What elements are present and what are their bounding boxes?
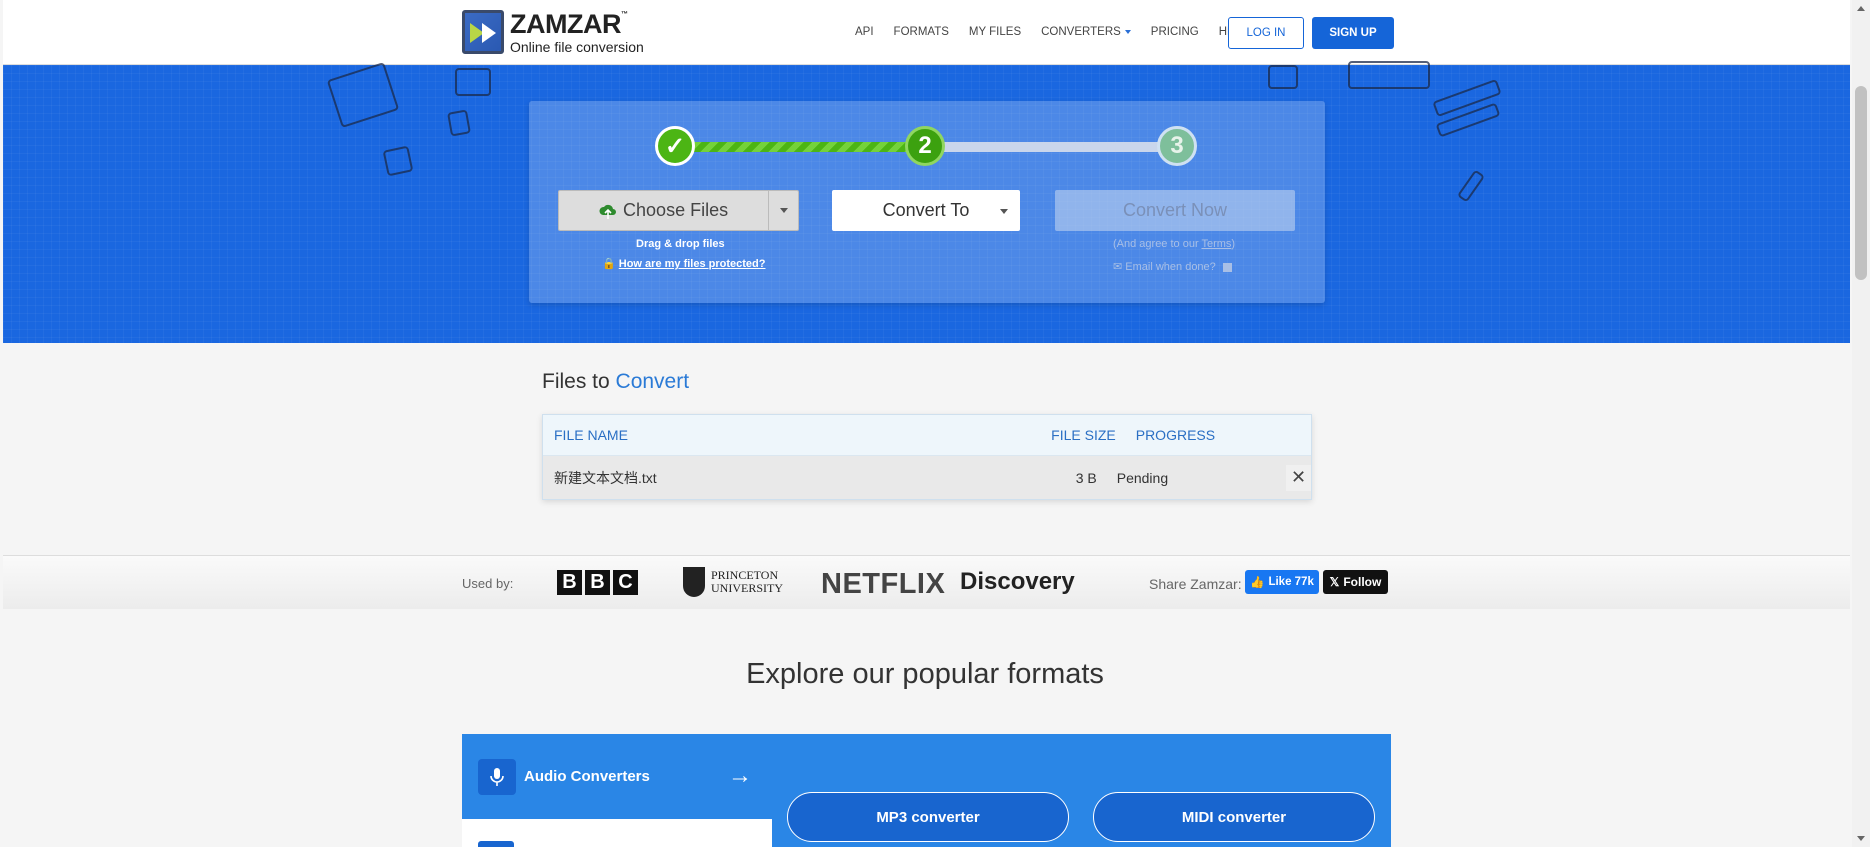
formats-panel: Audio Converters → MP3 converter MIDI co…: [462, 734, 1391, 847]
step-1-indicator: ✓: [655, 126, 695, 166]
table-row: 新建文本文档.txt 3 B Pending ✕: [543, 456, 1312, 499]
princeton-shield-icon: [683, 567, 705, 597]
logo-tagline: Online file conversion: [510, 38, 644, 55]
email-when-done-label: Email when done?: [1125, 261, 1216, 273]
remove-file-button[interactable]: ✕: [1286, 464, 1312, 491]
princeton-logo: PRINCETON UNIVERSITY: [683, 567, 783, 597]
share-label: Share Zamzar:: [1149, 576, 1242, 592]
choose-files-label: Choose Files: [623, 200, 729, 220]
logo-icon: [462, 10, 504, 54]
nav-converters[interactable]: CONVERTERS: [1041, 26, 1131, 38]
close-icon: ✕: [1290, 467, 1307, 487]
convert-now-button[interactable]: Convert Now: [1055, 190, 1295, 231]
explore-formats-title: Explore our popular formats: [746, 658, 1104, 690]
files-to-convert-title: Files to Convert: [542, 370, 689, 394]
devices-doodle-icon: [1268, 65, 1298, 89]
arrow-right-icon: →: [728, 762, 752, 789]
files-table: FILE NAME FILE SIZE PROGRESS 新建文本文档.txt …: [542, 414, 1312, 500]
convert-to-dropdown[interactable]: Convert To: [832, 190, 1020, 231]
file-protection-label: How are my files protected?: [618, 258, 766, 270]
chevron-down-icon: [1124, 29, 1131, 34]
discovery-logo: Discovery: [960, 568, 1075, 595]
image-file-doodle-icon: [382, 145, 414, 177]
terms-prefix: (And agree to our: [1113, 238, 1202, 250]
audio-converters-label: Audio Converters: [524, 768, 650, 785]
step-3-indicator: 3: [1157, 126, 1197, 166]
progress-cell: Pending: [1116, 469, 1169, 486]
envelope-icon: ✉: [1113, 261, 1123, 273]
bbc-letter: B: [585, 570, 610, 595]
scroll-down-arrow-icon[interactable]: [1857, 836, 1865, 841]
thumbs-up-icon: 👍: [1250, 577, 1265, 589]
terms-notice: (And agree to our Terms): [1113, 238, 1235, 250]
scrollbar-thumb[interactable]: [1855, 86, 1867, 280]
login-button[interactable]: LOG IN: [1228, 17, 1304, 49]
mp3-converter-button[interactable]: MP3 converter: [787, 792, 1069, 842]
category-tab[interactable]: [462, 819, 772, 847]
cad-file-doodle-icon: [326, 61, 400, 129]
column-file-size: FILE SIZE: [1051, 427, 1116, 443]
bbc-logo: B B C: [557, 570, 638, 595]
microphone-icon: [478, 758, 516, 795]
chevron-down-icon: [1000, 209, 1008, 214]
choose-files-dropdown[interactable]: [768, 191, 798, 230]
step-2-indicator: 2: [905, 126, 945, 166]
signup-button[interactable]: SIGN UP: [1312, 17, 1394, 49]
files-title-accent: Convert: [615, 370, 690, 393]
column-progress: PROGRESS: [1135, 427, 1216, 443]
drag-drop-hint: Drag & drop files: [636, 238, 725, 250]
x-follow-button[interactable]: 𝕏 Follow: [1323, 570, 1388, 594]
files-title-prefix: Files to: [542, 370, 616, 393]
scroll-up-arrow-icon[interactable]: [1857, 6, 1865, 11]
nav-my-files[interactable]: MY FILES: [969, 26, 1021, 38]
bbc-letter: B: [557, 570, 582, 595]
page-scrollbar[interactable]: [1852, 0, 1870, 847]
bbc-letter: C: [613, 570, 638, 595]
used-by-label: Used by:: [462, 576, 514, 591]
used-by-strip: Used by: B B C PRINCETON UNIVERSITY NETF…: [3, 555, 1850, 609]
x-logo-icon: 𝕏: [1329, 575, 1340, 589]
lock-icon: 🔒: [602, 258, 616, 270]
nav-converters-label: CONVERTERS: [1041, 26, 1121, 38]
file-size-cell: 3 B: [1075, 469, 1097, 486]
nav-formats[interactable]: FORMATS: [894, 26, 949, 38]
file-name-cell: 新建文本文档.txt: [554, 469, 657, 486]
main-nav: API FORMATS MY FILES CONVERTERS PRICING …: [855, 26, 1249, 38]
choose-files-main[interactable]: Choose Files: [559, 191, 768, 230]
like-label: Like 77k: [1268, 576, 1314, 588]
email-checkbox[interactable]: [1222, 262, 1232, 272]
terms-suffix: ): [1231, 238, 1236, 250]
chevron-down-icon: [779, 208, 788, 213]
file-doodle-icon: [447, 109, 471, 137]
follow-label: Follow: [1343, 575, 1382, 589]
choose-files-button[interactable]: Choose Files: [558, 190, 799, 231]
progress-completed: [685, 142, 925, 152]
laptop-doodle-icon: [1348, 61, 1430, 89]
column-file-name: FILE NAME: [554, 427, 628, 443]
logo-trademark: ™: [620, 10, 628, 18]
site-header: ZAMZAR™ Online file conversion API FORMA…: [3, 0, 1850, 65]
convert-to-label: Convert To: [882, 200, 970, 220]
facebook-like-button[interactable]: 👍 Like 77k: [1245, 570, 1319, 594]
netflix-logo: NETFLIX: [821, 568, 946, 600]
princeton-line-2: UNIVERSITY: [711, 581, 783, 595]
nav-pricing[interactable]: PRICING: [1151, 26, 1199, 38]
audio-converters-category[interactable]: Audio Converters →: [462, 734, 772, 819]
video-file-doodle-icon: [455, 68, 491, 96]
file-protection-link[interactable]: 🔒 How are my files protected?: [602, 257, 765, 270]
table-header: FILE NAME FILE SIZE PROGRESS: [543, 415, 1311, 456]
email-when-done: ✉ Email when done?: [1113, 260, 1232, 273]
cloud-upload-icon: [599, 204, 617, 219]
midi-converter-button[interactable]: MIDI converter: [1093, 792, 1375, 842]
wrench-doodle-icon: [1456, 169, 1486, 203]
terms-link[interactable]: Terms: [1201, 238, 1231, 250]
zamzar-logo[interactable]: ZAMZAR™ Online file conversion: [462, 10, 644, 54]
nav-api[interactable]: API: [855, 26, 874, 38]
logo-name: ZAMZAR: [510, 8, 621, 39]
